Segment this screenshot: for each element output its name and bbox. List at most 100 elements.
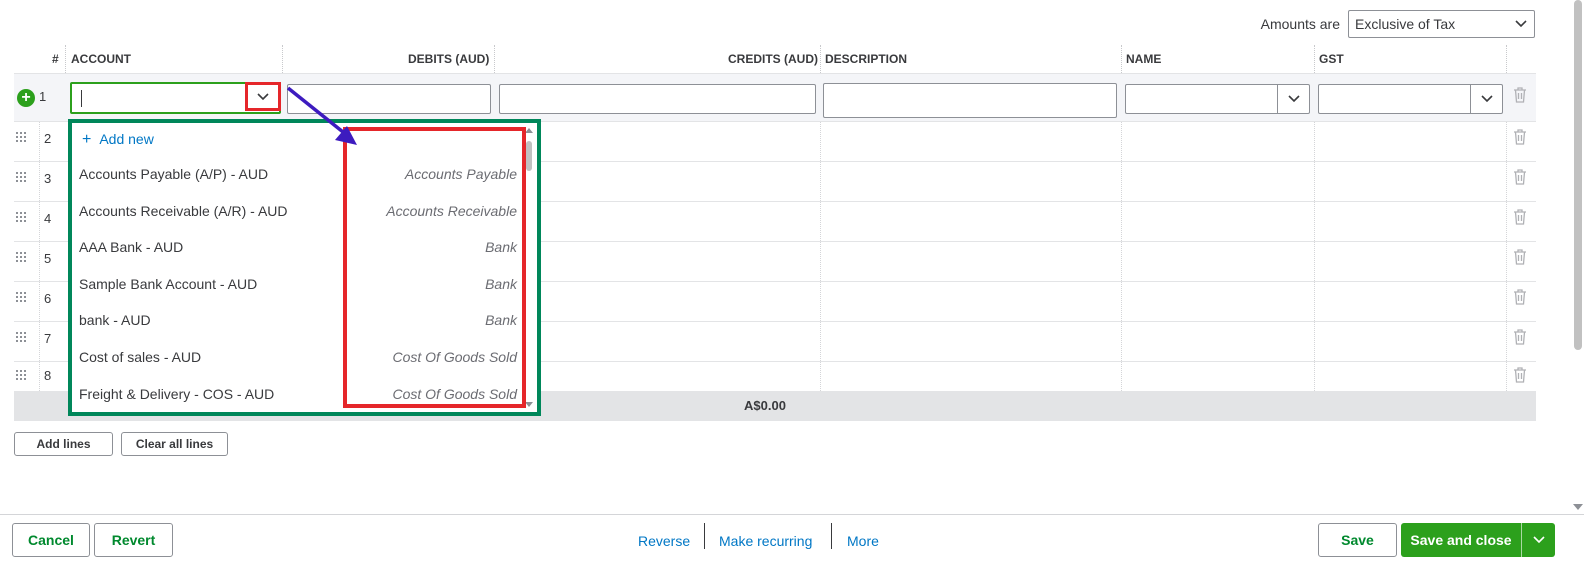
account-option-type: Accounts Receivable [386, 203, 517, 219]
header-gst: GST [1319, 52, 1344, 66]
row-number: 1 [39, 89, 47, 104]
revert-button[interactable]: Revert [94, 523, 173, 557]
column-divider [1314, 282, 1315, 321]
trash-icon[interactable] [1512, 328, 1528, 346]
dropdown-scrollbar[interactable] [525, 127, 533, 408]
row-number: 8 [44, 368, 52, 383]
account-option[interactable]: Cost of sales - AUD Cost Of Goods Sold [72, 339, 517, 375]
header-divider [1314, 45, 1315, 73]
clear-all-lines-button[interactable]: Clear all lines [121, 432, 228, 456]
dropdown-scroll-thumb[interactable] [526, 141, 532, 171]
column-divider [820, 322, 821, 361]
drag-handle-icon[interactable] [16, 172, 28, 182]
header-description: DESCRIPTION [825, 52, 908, 66]
chevron-down-icon [1287, 95, 1300, 103]
column-divider [820, 242, 821, 281]
header-divider [282, 45, 283, 73]
description-input[interactable] [823, 83, 1117, 118]
drag-handle-icon[interactable] [16, 132, 28, 142]
drag-handle-icon[interactable] [16, 212, 28, 222]
column-divider [39, 242, 40, 281]
column-divider [39, 322, 40, 361]
column-divider [1506, 242, 1507, 281]
account-option-name: Freight & Delivery - COS - AUD [79, 386, 275, 402]
add-lines-button[interactable]: Add lines [14, 432, 113, 456]
account-option[interactable]: Accounts Receivable (A/R) - AUD Accounts … [72, 193, 517, 229]
drag-handle-icon[interactable] [16, 252, 28, 262]
column-divider [1121, 282, 1122, 321]
column-divider [820, 362, 821, 391]
save-and-close-button[interactable]: Save and close [1401, 523, 1555, 557]
column-divider [1121, 202, 1122, 241]
save-button[interactable]: Save [1318, 523, 1397, 557]
add-new-label: Add new [99, 131, 154, 147]
account-option-type: Cost Of Goods Sold [392, 386, 517, 402]
footer-divider [831, 523, 832, 549]
trash-icon[interactable] [1512, 128, 1528, 146]
name-select-toggle[interactable] [1277, 85, 1309, 113]
page-scroll-thumb[interactable] [1574, 0, 1582, 350]
header-divider [65, 45, 66, 73]
account-option[interactable]: Sample Bank Account - AUD Bank [72, 266, 517, 302]
cancel-button[interactable]: Cancel [12, 523, 90, 557]
row-number: 3 [44, 171, 52, 186]
row-number: 5 [44, 251, 52, 266]
trash-icon[interactable] [1512, 86, 1528, 104]
account-option[interactable]: bank - AUD Bank [72, 302, 517, 338]
account-option[interactable]: Freight & Delivery - COS - AUD Cost Of Go… [72, 376, 517, 412]
row-number: 4 [44, 211, 52, 226]
scroll-up-icon[interactable] [525, 127, 533, 133]
text-cursor [81, 90, 82, 107]
amounts-value: Exclusive of Tax [1355, 16, 1456, 32]
column-divider [1121, 162, 1122, 201]
drag-handle-icon[interactable] [16, 370, 28, 380]
scroll-down-icon[interactable] [525, 402, 533, 408]
trash-icon[interactable] [1512, 208, 1528, 226]
gst-select-toggle[interactable] [1470, 85, 1502, 113]
name-select[interactable] [1125, 84, 1310, 114]
add-row-icon[interactable]: + [17, 89, 35, 107]
scroll-down-icon[interactable] [1573, 504, 1583, 510]
column-divider [1121, 242, 1122, 281]
drag-handle-icon[interactable] [16, 292, 28, 302]
column-divider [820, 202, 821, 241]
chevron-down-icon [1480, 95, 1493, 103]
header-divider [1121, 45, 1122, 73]
drag-handle-icon[interactable] [16, 332, 28, 342]
account-option[interactable]: AAA Bank - AUD Bank [72, 229, 517, 265]
amounts-selector-group: Amounts are Exclusive of Tax [1261, 10, 1535, 38]
column-divider [820, 122, 821, 161]
debit-input[interactable] [287, 84, 491, 114]
account-option-name: Accounts Payable (A/P) - AUD [79, 166, 269, 182]
more-link[interactable]: More [847, 533, 879, 549]
column-divider [1121, 122, 1122, 161]
trash-icon[interactable] [1512, 168, 1528, 186]
trash-icon[interactable] [1512, 366, 1528, 384]
reverse-link[interactable]: Reverse [638, 533, 690, 549]
column-divider [1506, 122, 1507, 161]
credit-input[interactable] [499, 84, 816, 114]
column-divider [1121, 362, 1122, 391]
row-number: 2 [44, 131, 52, 146]
column-divider [39, 122, 40, 161]
column-divider [820, 282, 821, 321]
account-option-type: Cost Of Goods Sold [392, 349, 517, 365]
column-divider [1314, 202, 1315, 241]
account-dropdown[interactable]: + Add new Accounts Payable (A/P) - AUD Acc… [68, 119, 541, 416]
add-new-account-option[interactable]: + Add new [82, 123, 154, 155]
trash-icon[interactable] [1512, 288, 1528, 306]
button-divider [1521, 523, 1522, 557]
amounts-select[interactable]: Exclusive of Tax [1348, 10, 1535, 38]
trash-icon[interactable] [1512, 248, 1528, 266]
save-options-toggle[interactable] [1522, 536, 1555, 544]
account-option[interactable]: Accounts Payable (A/P) - AUD Accounts Pay… [72, 156, 517, 192]
table-row[interactable]: + 1 [14, 73, 1536, 122]
page-scrollbar[interactable] [1570, 0, 1584, 514]
gst-select[interactable] [1318, 84, 1503, 114]
account-option-list: + Add new Accounts Payable (A/P) - AUD Acc… [72, 123, 537, 412]
make-recurring-link[interactable]: Make recurring [719, 533, 812, 549]
row-number: 6 [44, 291, 52, 306]
account-dropdown-toggle[interactable] [245, 82, 281, 111]
column-divider [39, 162, 40, 201]
journal-grid: # ACCOUNT DEBITS (AUD) CREDITS (AUD) DES… [14, 45, 1536, 421]
